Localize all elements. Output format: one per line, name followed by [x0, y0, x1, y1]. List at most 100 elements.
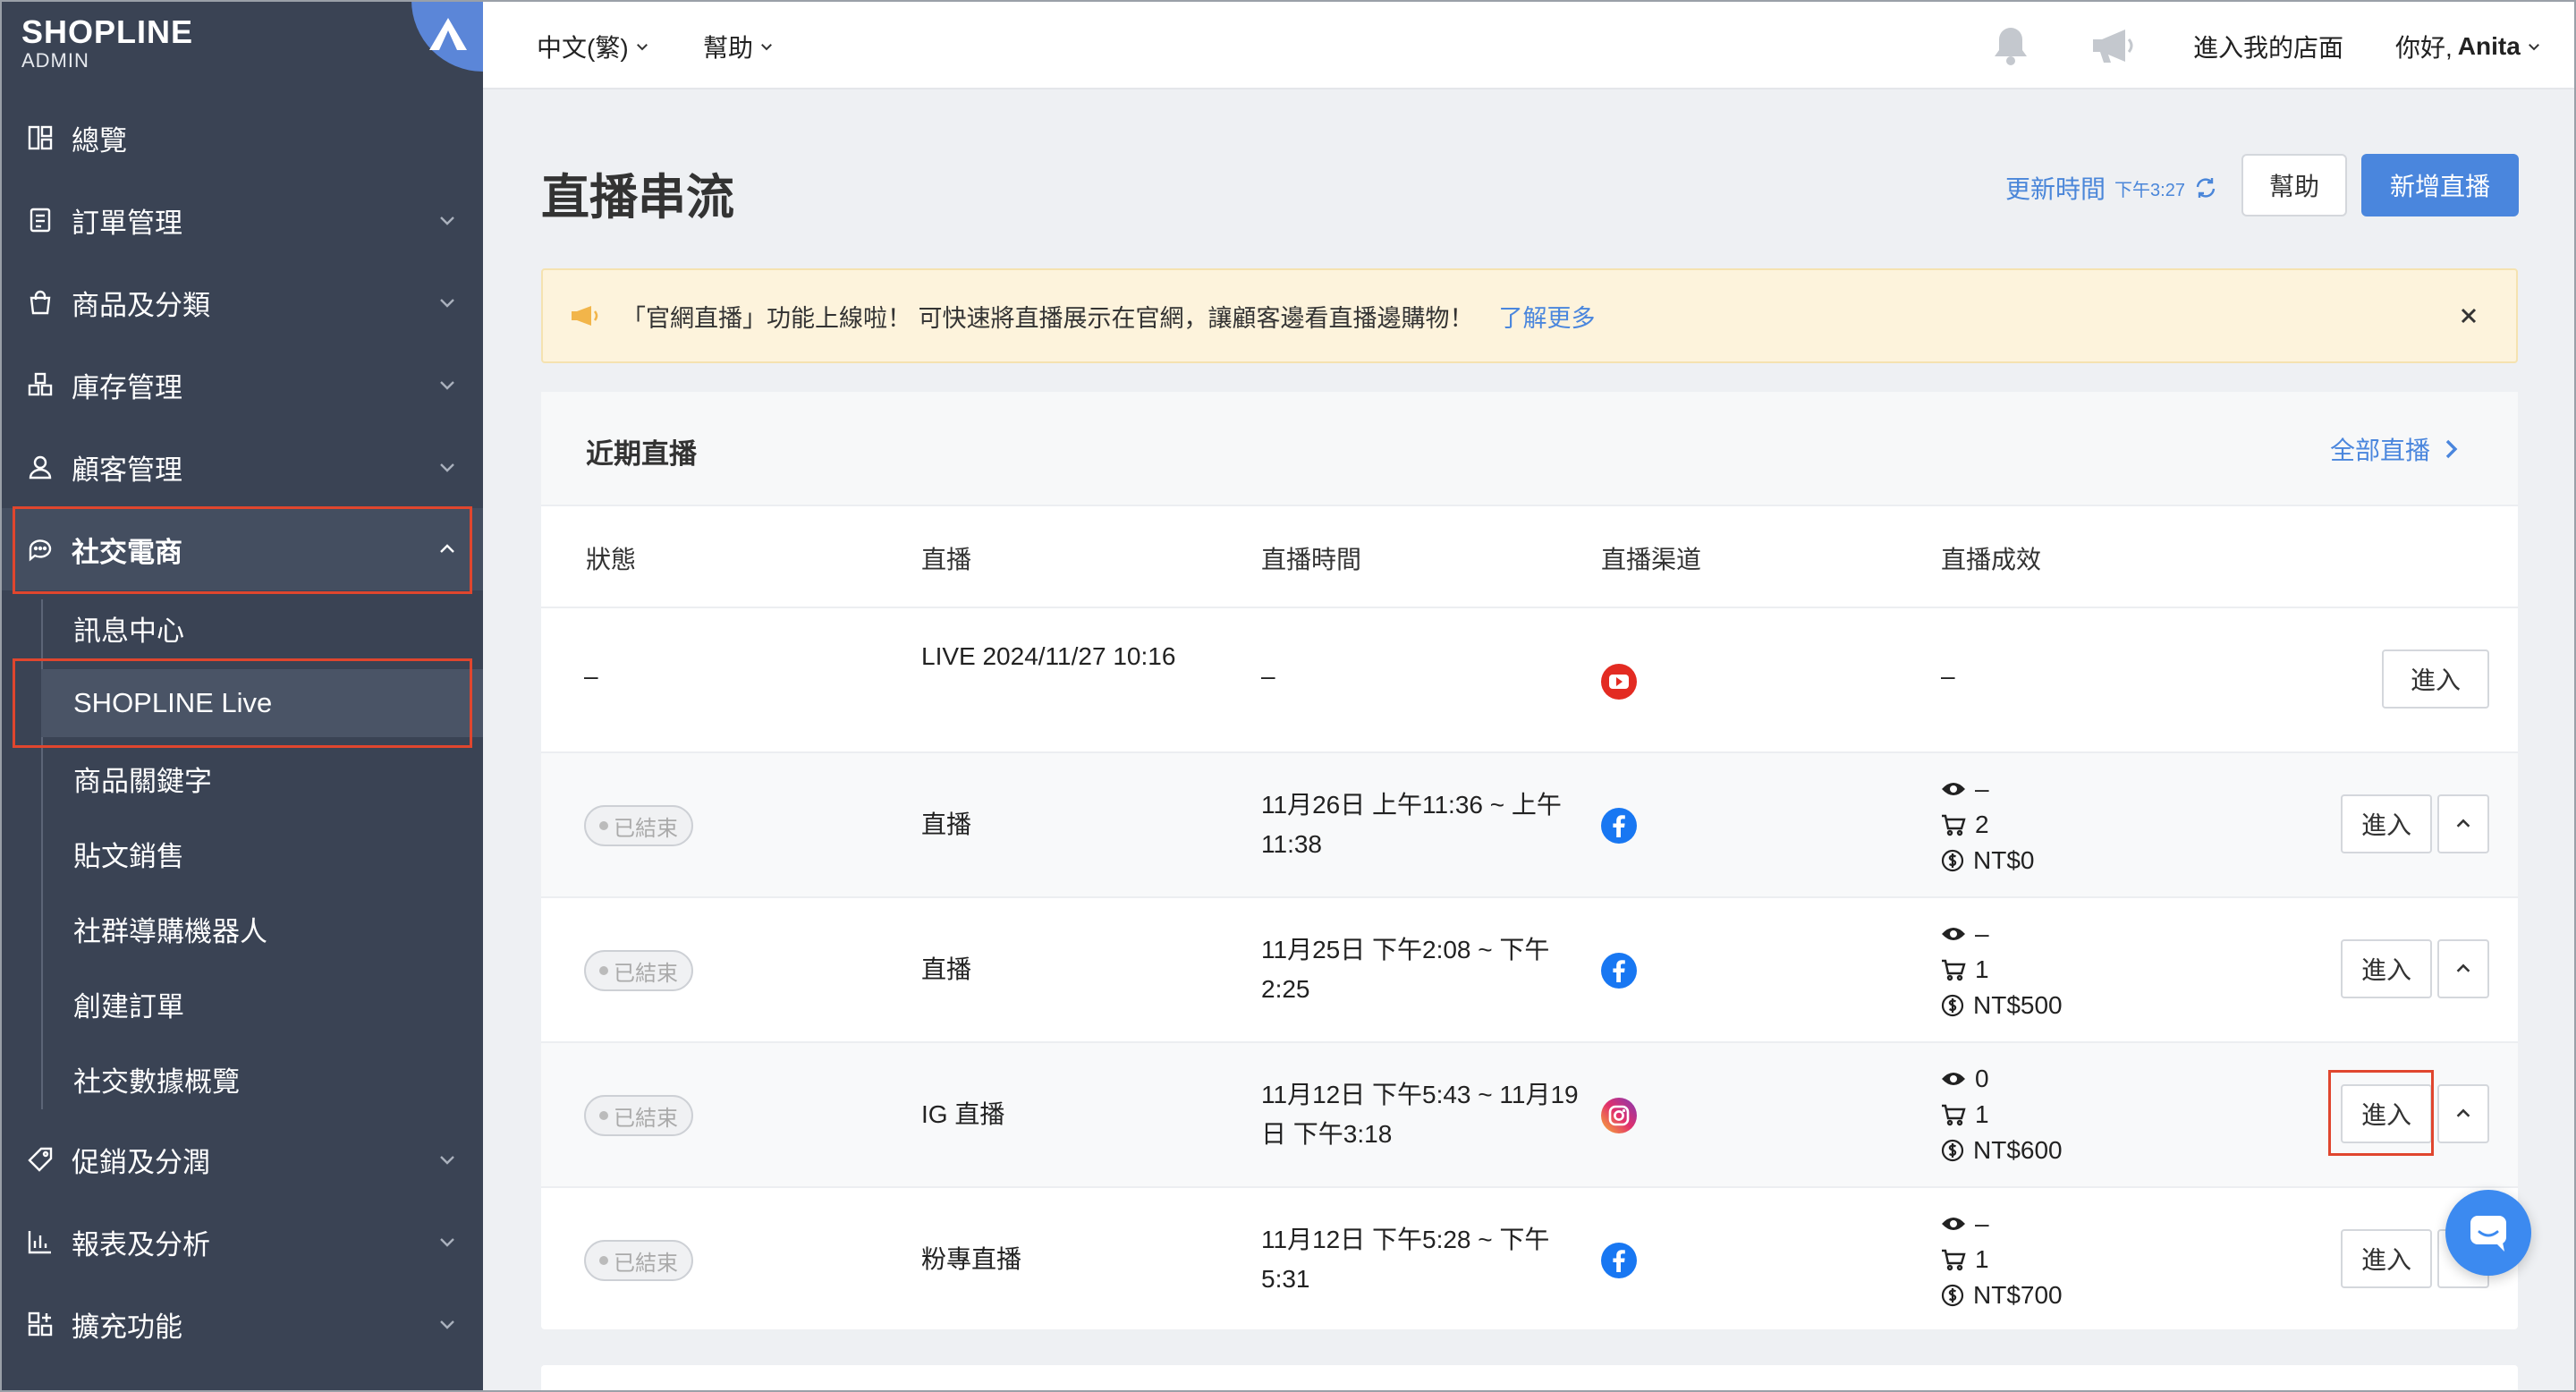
- sidebar-subitem-message-center[interactable]: 訊息中心: [41, 594, 483, 662]
- chevron-down-icon: [440, 299, 454, 308]
- chevron-down-icon: [440, 216, 454, 225]
- cart-icon: [1942, 959, 1966, 981]
- sidebar-subitem-product-keywords[interactable]: 商品關鍵字: [41, 744, 483, 812]
- expand-row-button[interactable]: [2437, 794, 2489, 853]
- sidebar-item-customers[interactable]: 顧客管理: [0, 426, 483, 508]
- language-label: 中文(繁): [537, 34, 629, 62]
- status-dot: [599, 1111, 608, 1120]
- status-badge: 已結束: [584, 1240, 693, 1281]
- page-title: 直播串流: [541, 171, 734, 225]
- chevron-down-icon: [440, 1320, 454, 1329]
- cart-icon: [1942, 814, 1966, 836]
- sidebar-item-products[interactable]: 商品及分類: [0, 261, 483, 344]
- sidebar-item-promotions[interactable]: 促銷及分潤: [0, 1118, 483, 1201]
- all-lives-label: 全部直播: [2329, 437, 2430, 464]
- visit-store-link[interactable]: 進入我的店面: [2193, 29, 2343, 64]
- row-status: –: [584, 662, 598, 690]
- sales-value: NT$600: [1973, 1136, 2063, 1164]
- all-lives-link[interactable]: 全部直播: [2330, 431, 2461, 467]
- row-live-time: 11月12日 下午5:28 ~ 下午5:31: [1261, 1226, 1550, 1293]
- card-header: 近期直播 全部直播: [541, 392, 2518, 506]
- user-name: Anita: [2457, 32, 2521, 60]
- enter-button[interactable]: 進入: [2341, 1229, 2432, 1288]
- row-result: – 2 NT$0: [1941, 771, 2034, 878]
- row-live-time: 11月25日 下午2:08 ~ 下午2:25: [1261, 936, 1550, 1003]
- dollar-circle-icon: [1941, 994, 1964, 1017]
- notification-button[interactable]: [1991, 25, 2030, 71]
- row-live-time: 11月26日 上午11:36 ~ 上午11:38: [1261, 791, 1562, 858]
- sales-value: NT$0: [1973, 846, 2035, 874]
- expand-row-button[interactable]: [2437, 1084, 2489, 1143]
- chat-icon: [2470, 1216, 2506, 1252]
- sidebar-subitem-create-order[interactable]: 創建訂單: [41, 970, 483, 1038]
- row-live-time: 11月12日 下午5:43 ~ 11月19日 下午3:18: [1261, 1081, 1579, 1148]
- status-badge-label: 已結束: [614, 1251, 678, 1276]
- orders-value: 2: [1975, 811, 1989, 838]
- cart-icon: [1942, 1249, 1966, 1271]
- chat-support-button[interactable]: [2445, 1190, 2531, 1276]
- views-value: –: [1975, 1210, 1989, 1237]
- column-header-channel: 直播渠道: [1601, 546, 1702, 573]
- enter-button[interactable]: 進入: [2382, 649, 2489, 709]
- table-row: 已結束 直播 11月26日 上午11:36 ~ 上午11:38 – 2 NT$0…: [541, 751, 2518, 896]
- help-button[interactable]: 幫助: [2241, 154, 2347, 216]
- sidebar-item-reports[interactable]: 報表及分析: [0, 1201, 483, 1283]
- status-badge-label: 已結束: [614, 961, 678, 986]
- orders-stat: 2: [1941, 807, 2034, 843]
- update-time-label: 更新時間: [2005, 175, 2106, 203]
- status-badge-label: 已結束: [614, 816, 678, 841]
- sidebar-subitem-post-sales[interactable]: 貼文銷售: [41, 819, 483, 887]
- help-label: 幫助: [703, 34, 754, 62]
- highlight-box-shopline-live: [13, 658, 472, 748]
- eye-icon: [1942, 1218, 1965, 1230]
- column-header-status: 狀態: [586, 546, 637, 573]
- facebook-icon: [1600, 952, 1638, 994]
- brand-logo[interactable]: SHOPLINE ADMIN: [21, 14, 193, 72]
- column-header-live: 直播: [921, 546, 972, 573]
- enter-button[interactable]: 進入: [2341, 794, 2432, 853]
- announcement-button[interactable]: [2089, 27, 2138, 69]
- close-icon[interactable]: [2455, 302, 2482, 329]
- orders-value: 1: [1975, 955, 1989, 983]
- facebook-icon: [1600, 1242, 1638, 1284]
- expand-row-button[interactable]: [2437, 939, 2489, 998]
- sidebar-subitem-social-analytics[interactable]: 社交數據概覽: [41, 1045, 483, 1113]
- user-menu[interactable]: 你好, Anita: [2395, 29, 2542, 64]
- row-result: 0 1 NT$600: [1941, 1061, 2063, 1168]
- recent-lives-card: 近期直播 全部直播 狀態 直播 直播時間 直播渠道 直播成效 – LIVE 20…: [541, 392, 2518, 1329]
- sidebar-item-label: 擴充功能: [72, 1311, 182, 1343]
- language-dropdown[interactable]: 中文(繁): [537, 29, 650, 64]
- sidebar-item-label: 總覽: [72, 124, 127, 157]
- enter-button[interactable]: 進入: [2341, 939, 2432, 998]
- sidebar-item-overview[interactable]: 總覽: [0, 97, 483, 179]
- chevron-right-icon: [2445, 439, 2458, 459]
- dollar-circle-icon: [1941, 849, 1964, 872]
- status-badge-label: 已結束: [614, 1106, 678, 1131]
- chevron-down-icon: [440, 381, 454, 390]
- row-live-name: LIVE 2024/11/27 10:16: [921, 642, 1176, 670]
- add-live-button[interactable]: 新增直播: [2361, 154, 2519, 216]
- row-live-name: IG 直播: [921, 1100, 1005, 1128]
- brand-name: SHOPLINE: [21, 13, 194, 50]
- chevron-up-icon: [2456, 819, 2470, 828]
- orders-value: 1: [1975, 1100, 1989, 1128]
- megaphone-icon: [572, 306, 598, 326]
- refresh-button[interactable]: 更新時間 下午3:27: [2005, 170, 2217, 206]
- chevron-up-icon: [2456, 1108, 2470, 1117]
- update-time-value: 下午3:27: [2114, 180, 2185, 200]
- table-row: 已結束 IG 直播 11月12日 下午5:43 ~ 11月19日 下午3:18 …: [541, 1041, 2518, 1186]
- sidebar-subitem-social-bot[interactable]: 社群導購機器人: [41, 895, 483, 963]
- sidebar-item-orders[interactable]: 訂單管理: [0, 179, 483, 261]
- row-result: –: [1941, 662, 1955, 690]
- sidebar-item-extensions[interactable]: 擴充功能: [0, 1283, 483, 1365]
- status-dot: [599, 966, 608, 975]
- chevron-down-icon: [2528, 44, 2539, 51]
- greeting-label: 你好,: [2395, 34, 2453, 62]
- help-dropdown[interactable]: 幫助: [703, 29, 775, 64]
- collapse-sidebar-button[interactable]: [411, 0, 483, 72]
- sidebar-item-inventory[interactable]: 庫存管理: [0, 344, 483, 426]
- row-result: – 1 NT$700: [1941, 1206, 2063, 1313]
- sidebar-item-label: 商品及分類: [72, 289, 210, 321]
- eye-icon: [1942, 1073, 1965, 1085]
- learn-more-link[interactable]: 了解更多: [1499, 299, 1596, 334]
